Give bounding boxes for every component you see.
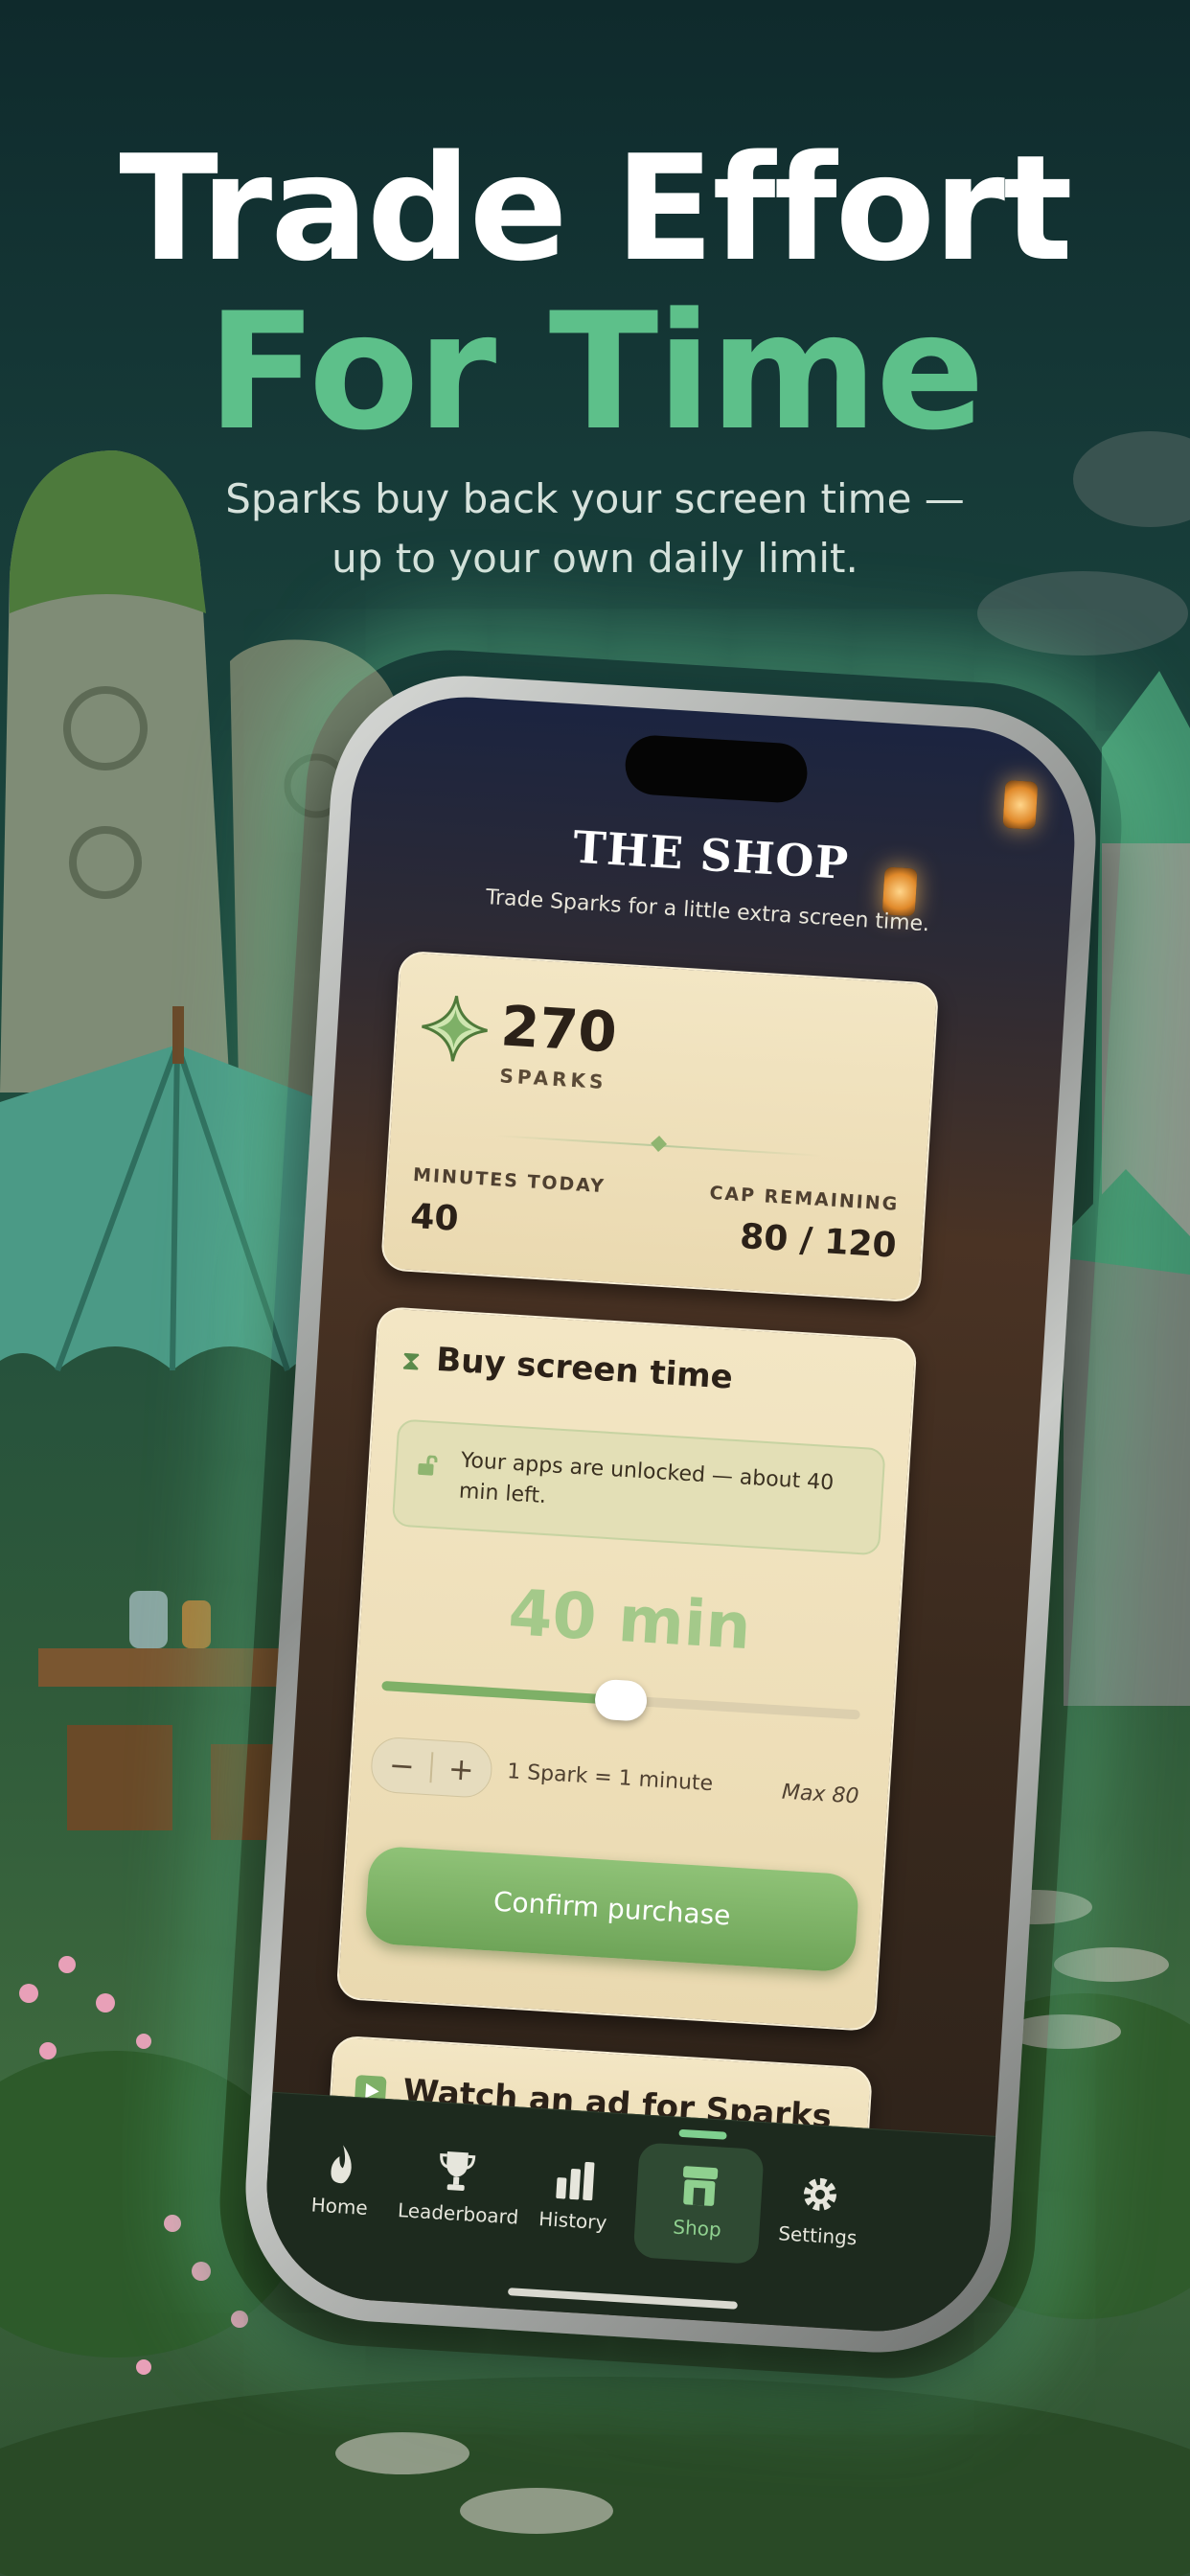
dynamic-island bbox=[623, 733, 810, 805]
phone-screen: THE SHOP Trade Sparks for a little extra… bbox=[260, 690, 1082, 2338]
tab-shop[interactable]: Shop bbox=[640, 2154, 758, 2243]
tab-leaderboard[interactable]: Leaderboard bbox=[397, 2139, 519, 2229]
tab-label: Leaderboard bbox=[397, 2197, 519, 2229]
spark-count: 270 bbox=[498, 993, 619, 1066]
max-label: Max 80 bbox=[781, 1780, 860, 1809]
tab-label: Settings bbox=[777, 2221, 858, 2250]
spark-label: SPARKS bbox=[498, 1064, 608, 1094]
active-tab-indicator bbox=[678, 2128, 727, 2140]
tab-home[interactable]: Home bbox=[283, 2132, 400, 2221]
confirm-purchase-button[interactable]: Confirm purchase bbox=[364, 1845, 860, 1973]
minutes-today-value: 40 bbox=[409, 1196, 460, 1239]
bar-chart-icon bbox=[517, 2147, 633, 2203]
home-indicator bbox=[507, 2288, 738, 2310]
spark-star-icon bbox=[422, 996, 488, 1062]
tab-label: History bbox=[538, 2206, 608, 2235]
lantern-icon bbox=[1002, 779, 1039, 830]
slider-thumb[interactable] bbox=[593, 1678, 649, 1722]
unlock-icon bbox=[418, 1455, 438, 1476]
tab-history[interactable]: History bbox=[515, 2147, 633, 2236]
headline-subtitle: Sparks buy back your screen time — up to… bbox=[0, 470, 1190, 588]
minutes-today-label: MINUTES TODAY bbox=[412, 1163, 606, 1198]
diamond-ornament-icon bbox=[651, 1136, 668, 1152]
headline-line1: Trade Effort bbox=[119, 124, 1072, 293]
flame-icon bbox=[285, 2132, 400, 2189]
decrement-button[interactable]: − bbox=[371, 1737, 433, 1795]
notice-text: Your apps are unlocked — about 40 min le… bbox=[458, 1448, 835, 1509]
selected-minutes: 40 min bbox=[506, 1575, 753, 1665]
headline-line2: For Time bbox=[207, 278, 985, 466]
buy-title: Buy screen time bbox=[435, 1340, 734, 1397]
phone-mockup: THE SHOP Trade Sparks for a little extra… bbox=[238, 668, 1104, 2360]
minutes-slider[interactable] bbox=[381, 1678, 860, 1722]
quantity-stepper: − + bbox=[369, 1736, 494, 1800]
spark-balance-card: 270 SPARKS MINUTES TODAY 40 CAP REMAININ… bbox=[380, 950, 940, 1303]
exchange-rate: 1 Spark = 1 minute bbox=[506, 1760, 714, 1797]
subtitle-line2: up to your own daily limit. bbox=[332, 535, 858, 582]
tab-settings[interactable]: Settings bbox=[761, 2161, 879, 2250]
unlock-notice: Your apps are unlocked — about 40 min le… bbox=[391, 1418, 886, 1556]
cap-remaining-label: CAP REMAINING bbox=[708, 1182, 900, 1215]
tab-label: Home bbox=[310, 2193, 369, 2220]
slider-fill bbox=[381, 1680, 622, 1706]
subtitle-line1: Sparks buy back your screen time — bbox=[225, 475, 965, 522]
shop-icon bbox=[642, 2154, 758, 2211]
hourglass-icon: ⧗ bbox=[400, 1344, 422, 1377]
buy-screen-time-card: ⧗ Buy screen time Your apps are unlocked… bbox=[335, 1305, 918, 2033]
increment-button[interactable]: + bbox=[430, 1740, 492, 1798]
trophy-icon bbox=[399, 2139, 515, 2196]
cap-remaining-value: 80 / 120 bbox=[739, 1216, 898, 1266]
gear-icon bbox=[763, 2161, 879, 2218]
